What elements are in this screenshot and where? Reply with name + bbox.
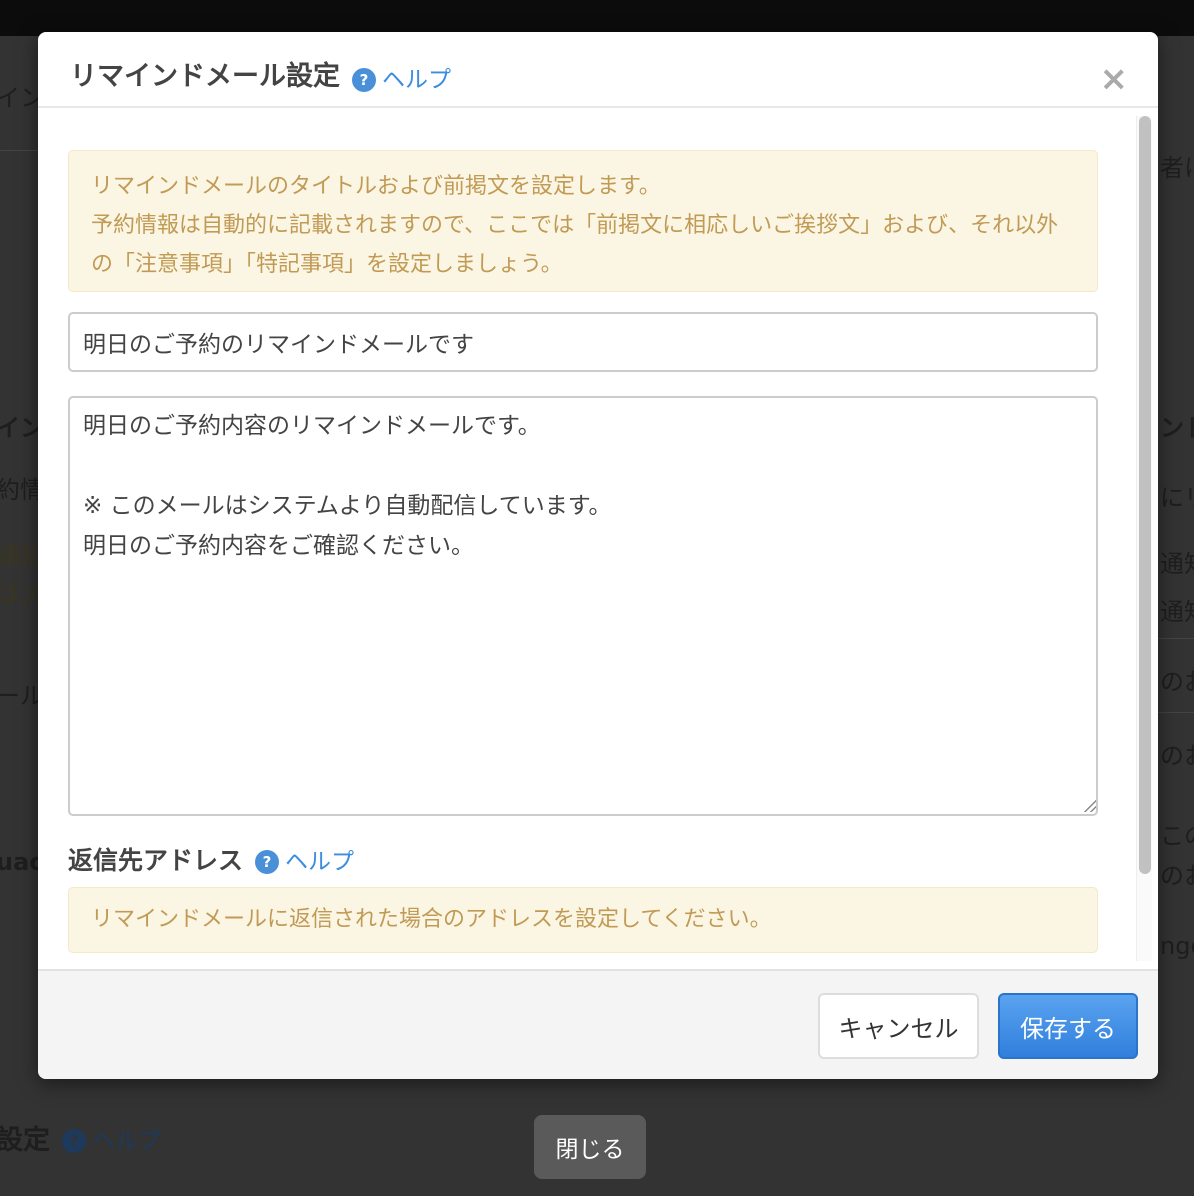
bg-section-title: 設定 ? ヘルプ: [0, 1118, 161, 1157]
bg-divider: [1158, 712, 1194, 713]
intro-alert-line: リマインドメールのタイトルおよび前掲文を設定します。: [91, 174, 661, 199]
reply-address-label: 返信先アドレス ? ヘルプ: [68, 841, 354, 877]
scrollbar-thumb[interactable]: [1139, 116, 1151, 874]
bg-text: のお: [1160, 668, 1194, 696]
bg-text: 者に: [1160, 154, 1194, 182]
bg-text: この: [1160, 822, 1194, 850]
bg-divider: [1158, 638, 1194, 639]
bg-text: ngo: [1160, 932, 1194, 960]
bg-text: ンド: [1160, 414, 1194, 442]
help-link[interactable]: ? ヘルプ: [352, 60, 451, 94]
bg-help-link: ? ヘルプ: [62, 1121, 161, 1155]
close-button[interactable]: 閉じる: [534, 1115, 646, 1179]
mail-body-textarea[interactable]: 明日のご予約内容のリマインドメールです。 ※ このメールはシステムより自動配信し…: [68, 396, 1098, 816]
reply-alert: リマインドメールに返信された場合のアドレスを設定してください。: [68, 887, 1098, 953]
modal-body: リマインドメールのタイトルおよび前掲文を設定します。 予約情報は自動的に記載され…: [38, 108, 1158, 969]
modal-footer: キャンセル 保存する: [38, 969, 1158, 1079]
help-icon: ?: [62, 1128, 86, 1153]
modal-header: リマインドメール設定? ヘルプ ×: [38, 32, 1158, 108]
reply-help-link[interactable]: ? ヘルプ: [255, 842, 354, 876]
reminder-mail-settings-modal: リマインドメール設定? ヘルプ × リマインドメールのタイトルおよび前掲文を設定し…: [38, 32, 1158, 1079]
bg-text: のお: [1160, 862, 1194, 890]
help-label: ヘルプ: [382, 67, 451, 93]
modal-title: リマインドメール設定? ヘルプ: [70, 54, 451, 94]
modal-title-text: リマインドメール設定: [70, 61, 340, 92]
top-bar: [0, 0, 1194, 36]
scrollbar[interactable]: [1136, 116, 1152, 961]
help-label: ヘルプ: [285, 849, 355, 875]
help-icon: ?: [255, 850, 280, 874]
bg-text: 通知: [1160, 598, 1194, 626]
bg-divider: [0, 150, 40, 151]
mail-subject-input[interactable]: [68, 312, 1098, 372]
cancel-button[interactable]: キャンセル: [818, 993, 979, 1059]
intro-alert-line: 予約情報は自動的に記載されますので、ここでは「前掲文に相応しいご挨拶文」および、…: [91, 213, 1059, 277]
bg-text: のお: [1160, 742, 1194, 770]
bg-help-label: ヘルプ: [92, 1127, 161, 1154]
bg-text: uac: [0, 848, 44, 876]
bg-text: にリ: [1160, 484, 1194, 512]
close-icon[interactable]: ×: [1100, 62, 1129, 96]
bg-section-title-text: 設定: [0, 1125, 50, 1156]
save-button[interactable]: 保存する: [998, 993, 1138, 1059]
bg-text: 通知: [1160, 550, 1194, 578]
reply-address-label-text: 返信先アドレス: [68, 846, 244, 875]
help-icon: ?: [352, 68, 376, 92]
resize-handle-icon[interactable]: [1084, 800, 1096, 812]
intro-alert: リマインドメールのタイトルおよび前掲文を設定します。 予約情報は自動的に記載され…: [68, 150, 1098, 292]
